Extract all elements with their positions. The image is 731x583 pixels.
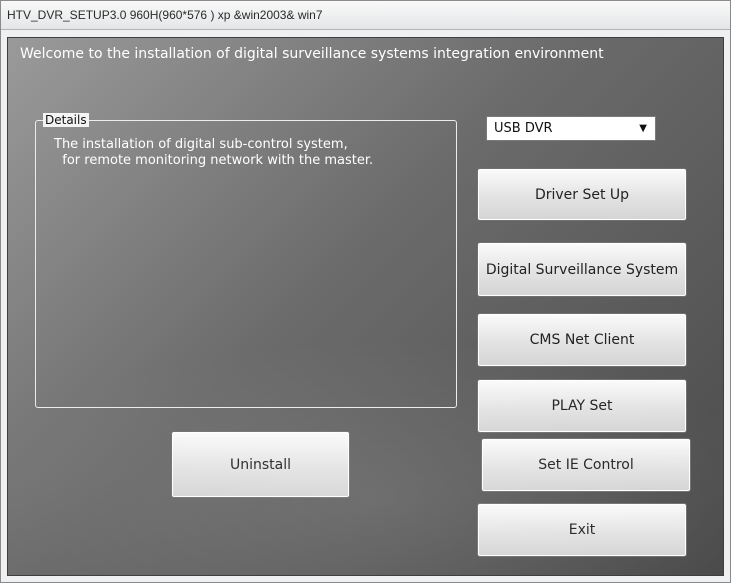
details-description: The installation of digital sub-control … (54, 137, 374, 168)
dvr-type-select[interactable]: USB DVR ▼ (486, 116, 656, 141)
digital-surveillance-system-button[interactable]: Digital Surveillance System (477, 242, 687, 297)
cms-net-client-button[interactable]: CMS Net Client (477, 313, 687, 367)
uninstall-button[interactable]: Uninstall (171, 431, 350, 498)
welcome-message: Welcome to the installation of digital s… (20, 46, 604, 62)
dropdown-arrow-icon[interactable]: ▼ (639, 123, 647, 134)
details-legend: Details (43, 113, 89, 127)
window-title: HTV_DVR_SETUP3.0 960H(960*576 ) xp &win2… (7, 8, 323, 22)
details-groupbox: Details The installation of digital sub-… (35, 113, 457, 408)
exit-button[interactable]: Exit (477, 503, 687, 557)
driver-setup-button[interactable]: Driver Set Up (477, 168, 687, 221)
installer-panel: Welcome to the installation of digital s… (7, 37, 724, 576)
dvr-type-value: USB DVR (494, 121, 553, 136)
installer-window: HTV_DVR_SETUP3.0 960H(960*576 ) xp &win2… (0, 0, 731, 583)
title-bar[interactable]: HTV_DVR_SETUP3.0 960H(960*576 ) xp &win2… (1, 1, 730, 30)
set-ie-control-button[interactable]: Set IE Control (481, 438, 691, 492)
play-set-button[interactable]: PLAY Set (477, 379, 687, 433)
